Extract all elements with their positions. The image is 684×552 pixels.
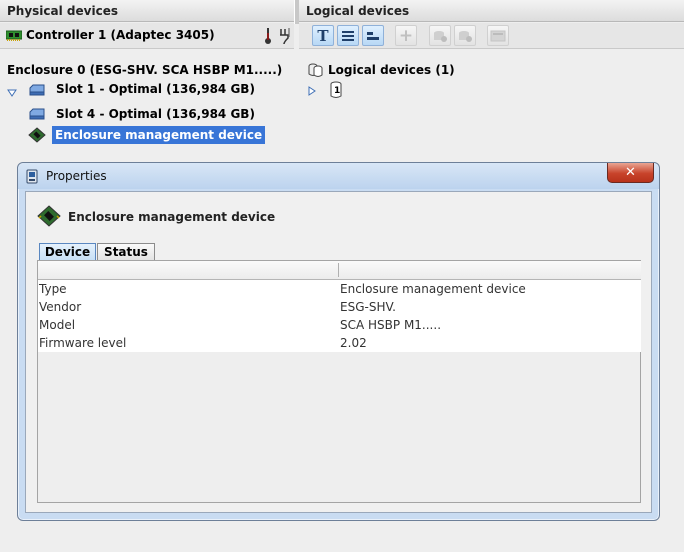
- logical-disk-badge: 1: [334, 86, 341, 96]
- text-view-icon: T: [317, 26, 329, 45]
- fan-plug-icon[interactable]: [279, 27, 291, 48]
- property-key: Firmware level: [39, 336, 127, 350]
- controller-label[interactable]: Controller 1 (Adaptec 3405): [26, 28, 215, 42]
- device-title: Enclosure management device: [68, 210, 276, 224]
- property-key: Model: [39, 318, 76, 332]
- chip-icon: [28, 127, 46, 146]
- logical-devices-header: Logical devices: [299, 0, 684, 22]
- table-row[interactable]: Firmware level 2.02: [38, 334, 641, 352]
- delete-logical-button[interactable]: [454, 25, 476, 46]
- tab-device[interactable]: Device: [39, 243, 96, 261]
- property-key: Type: [39, 282, 67, 296]
- property-key: Vendor: [39, 300, 82, 314]
- tree-view-button[interactable]: [362, 25, 384, 46]
- table-row[interactable]: Vendor ESG-SHV.: [38, 298, 641, 316]
- controller-icon: [5, 30, 23, 44]
- list-view-button[interactable]: [337, 25, 359, 46]
- physical-devices-header: Physical devices: [0, 0, 294, 22]
- hot-spare-button[interactable]: [487, 25, 509, 46]
- logical-devices-icon: [307, 62, 323, 81]
- controller-bar: Controller 1 (Adaptec 3405): [0, 23, 294, 49]
- dialog-title: Properties: [46, 169, 107, 183]
- plus-icon: +: [398, 25, 414, 46]
- properties-dialog: Properties ✕ Enclosure management device…: [17, 162, 660, 521]
- hard-disk-icon: [28, 84, 46, 99]
- table-row[interactable]: Type Enclosure management device: [38, 280, 641, 298]
- tree-view-icon: [367, 31, 379, 40]
- column-separator[interactable]: [338, 263, 339, 277]
- properties-table: Type Enclosure management device Vendor …: [38, 261, 641, 352]
- logical-toolbar: T +: [299, 23, 684, 49]
- property-value: 2.02: [340, 336, 367, 350]
- table-row[interactable]: Model SCA HSBP M1.....: [38, 316, 641, 334]
- chip-icon: [37, 205, 61, 230]
- collapse-toggle-icon[interactable]: [7, 86, 17, 100]
- device-properties-panel: Type Enclosure management device Vendor …: [37, 260, 641, 503]
- property-value: Enclosure management device: [340, 282, 526, 296]
- property-value: ESG-SHV.: [340, 300, 396, 314]
- expand-toggle-icon[interactable]: [308, 85, 316, 99]
- expand-logical-button[interactable]: [429, 25, 451, 46]
- spare-disk-icon: [490, 30, 506, 41]
- thermometer-icon[interactable]: [264, 27, 272, 48]
- close-button[interactable]: ✕: [607, 163, 654, 183]
- disk-minus-icon: [459, 30, 472, 42]
- table-header: [38, 261, 641, 280]
- disk-plus-icon: [434, 30, 447, 42]
- enclosure-node[interactable]: Enclosure 0 (ESG-SHV. SCA HSBP M1.....): [7, 62, 282, 78]
- text-view-button[interactable]: T: [312, 25, 334, 46]
- slot-4-node[interactable]: Slot 4 - Optimal (136,984 GB): [56, 106, 255, 122]
- slot-1-node[interactable]: Slot 1 - Optimal (136,984 GB): [56, 81, 255, 97]
- dialog-title-bar[interactable]: Properties ✕: [18, 163, 659, 189]
- tab-status[interactable]: Status: [97, 243, 155, 261]
- hard-disk-icon: [28, 108, 46, 123]
- enclosure-management-node[interactable]: Enclosure management device: [52, 126, 266, 144]
- create-logical-button[interactable]: +: [395, 25, 417, 46]
- close-icon: ✕: [625, 165, 636, 180]
- logical-devices-node[interactable]: Logical devices (1): [328, 62, 455, 78]
- list-view-icon: [342, 30, 354, 41]
- property-value: SCA HSBP M1.....: [340, 318, 442, 332]
- properties-window-icon: [26, 169, 38, 187]
